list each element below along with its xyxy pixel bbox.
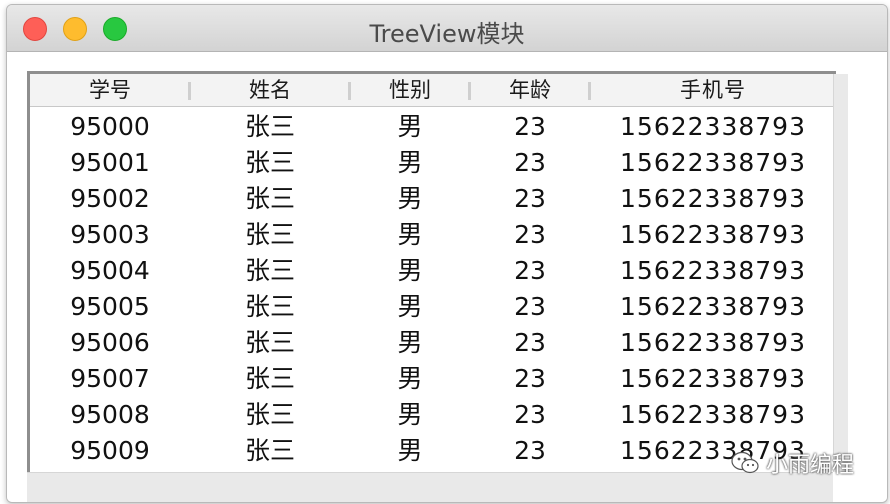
cell-name: 张三: [244, 292, 295, 321]
cell-age: 23: [514, 364, 546, 393]
table-body: 95000 张三男 23 15622338793 95001 张三男 23 156223387…: [30, 109, 836, 469]
cell-phone: 15622338793: [620, 364, 806, 393]
cell-phone: 15622338793: [620, 148, 806, 177]
cell-gender: 男: [397, 328, 423, 357]
cell-age: 23: [514, 328, 546, 357]
table-row[interactable]: 95002 张三 男 23 15622338793: [30, 181, 836, 217]
window-title: TreeView模块: [369, 20, 525, 48]
wechat-icon: [730, 450, 760, 476]
cell-age: 23: [514, 112, 546, 141]
cell-age: 23: [514, 220, 546, 249]
watermark-text: 小雨编程: [766, 453, 855, 478]
cell-gender: 男: [397, 256, 423, 285]
table-row[interactable]: 95004 张三 男 23 15622338793: [30, 253, 836, 289]
cell-age: 23: [514, 292, 546, 321]
table-row[interactable]: 95006 张三 男 23 15622338793: [30, 325, 836, 361]
cell-student-id: 95001: [70, 148, 150, 177]
cell-phone: 15622338793: [620, 292, 806, 321]
cell-name: 张三: [244, 364, 295, 393]
cell-student-id: 95008: [70, 400, 150, 429]
cell-name: 张三: [244, 400, 295, 429]
table-row[interactable]: 95003 张三 男 23 15622338793: [30, 217, 836, 253]
cell-student-id: 95005: [70, 292, 150, 321]
cell-phone: 15622338793: [620, 400, 806, 429]
cell-gender: 男: [397, 436, 423, 465]
cell-gender: 男: [397, 220, 423, 249]
cell-name: 张三: [244, 184, 295, 213]
cell-student-id: 95007: [70, 364, 150, 393]
table-row[interactable]: 95005 张三 男 23 15622338793: [30, 289, 836, 325]
cell-name: 张三: [244, 220, 295, 249]
cell-age: 23: [514, 148, 546, 177]
cell-gender: 男: [397, 184, 423, 213]
cell-age: 23: [514, 256, 546, 285]
column-header-gender[interactable]: 性别: [350, 74, 470, 106]
cell-gender: 男: [397, 364, 423, 393]
cell-student-id: 95003: [70, 220, 150, 249]
cell-student-id: 95009: [70, 436, 150, 465]
cell-gender: 男: [397, 148, 423, 177]
column-header-name[interactable]: 姓名: [190, 74, 350, 106]
column-header-age[interactable]: 年龄: [470, 74, 590, 106]
cell-phone: 15622338793: [620, 256, 806, 285]
cell-gender: 男: [397, 112, 423, 141]
cell-phone: 15622338793: [620, 184, 806, 213]
cell-student-id: 95002: [70, 184, 150, 213]
table-row[interactable]: 95008 张三 男 23 15622338793: [30, 397, 836, 433]
cell-gender: 男: [397, 292, 423, 321]
horizontal-scrollbar[interactable]: [27, 472, 833, 502]
table-row[interactable]: 95007 张三 男 23 15622338793: [30, 361, 836, 397]
window-content: 学号 姓名 性别 年龄 手机号 95000 张三男 23 15622338793 950…: [7, 52, 887, 502]
app-window: TreeView模块 学号 姓名 性别 年龄 手机号 95000 张三男 23 156…: [6, 4, 888, 503]
cell-student-id: 95000: [70, 112, 150, 141]
column-header-phone[interactable]: 手机号: [590, 74, 836, 106]
treeview-table[interactable]: 学号 姓名 性别 年龄 手机号 95000 张三男 23 15622338793 950…: [27, 71, 836, 472]
cell-phone: 15622338793: [620, 328, 806, 357]
cell-age: 23: [514, 184, 546, 213]
cell-name: 张三: [244, 436, 295, 465]
cell-age: 23: [514, 400, 546, 429]
cell-gender: 男: [397, 400, 423, 429]
cell-name: 张三: [244, 328, 295, 357]
cell-age: 23: [514, 436, 546, 465]
cell-phone: 15622338793: [620, 220, 806, 249]
watermark: 小雨编程: [730, 446, 854, 480]
cell-name: 张三: [244, 148, 295, 177]
cell-name: 张三: [244, 256, 295, 285]
cell-phone: 15622338793: [620, 112, 806, 141]
cell-student-id: 95004: [70, 256, 150, 285]
cell-student-id: 95006: [70, 328, 150, 357]
vertical-scrollbar[interactable]: [833, 74, 848, 472]
table-header: 学号 姓名 性别 年龄 手机号: [30, 74, 836, 107]
table-row[interactable]: 95001 张三 男 23 15622338793: [30, 145, 836, 181]
table-row[interactable]: 95000 张三 男 23 15622338793: [30, 109, 836, 145]
title-bar[interactable]: TreeView模块: [7, 5, 887, 52]
column-header-student-id[interactable]: 学号: [30, 74, 190, 106]
cell-name: 张三: [244, 112, 295, 141]
table-row[interactable]: 95009 张三男 23 15622338793: [30, 433, 836, 469]
